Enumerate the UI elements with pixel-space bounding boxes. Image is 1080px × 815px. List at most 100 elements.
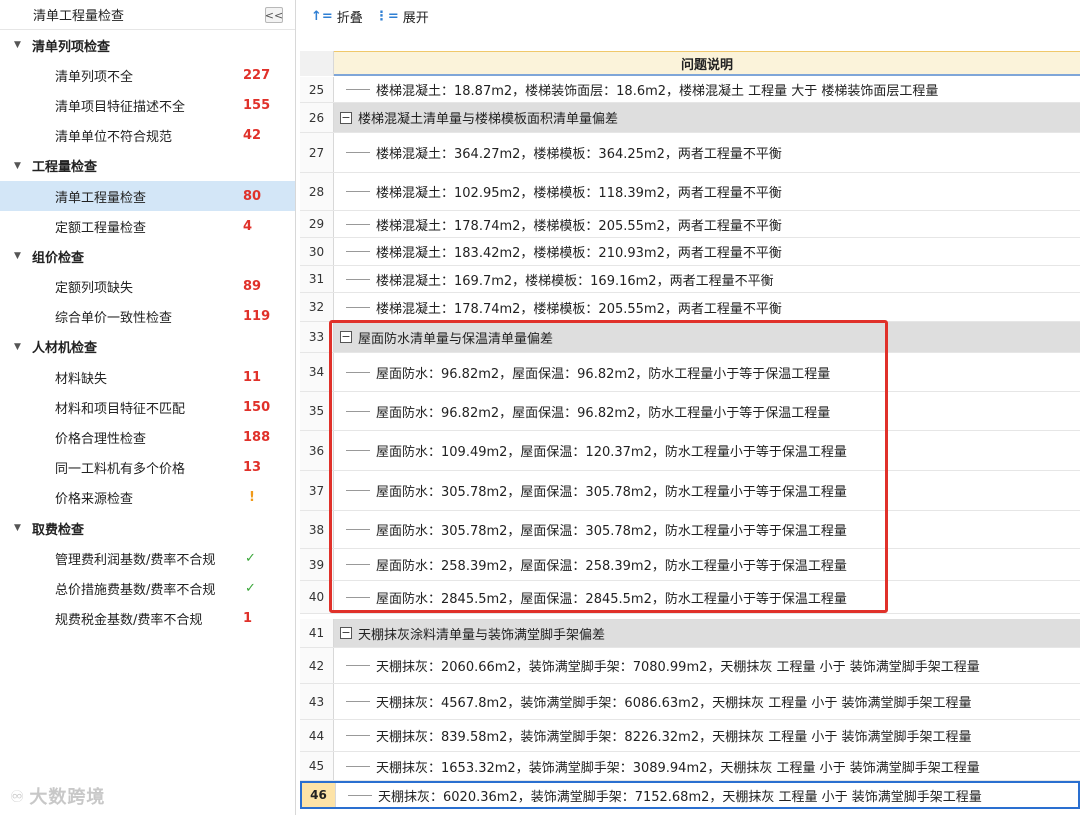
row-number: 45 xyxy=(300,752,334,780)
row-cell: 天棚抹灰：4567.8m2，装饰满堂脚手架：6086.63m2，天棚抹灰 工程量… xyxy=(334,684,1080,719)
sidebar-item[interactable]: 管理费利润基数/费率不合规 ✓ xyxy=(0,543,295,573)
table-row[interactable]: 36 屋面防水：109.49m2，屋面保温：120.37m2，防水工程量小于等于保… xyxy=(300,431,1080,471)
table-row[interactable]: 45 天棚抹灰：1653.32m2，装饰满堂脚手架：3089.94m2，天棚抹灰 … xyxy=(300,752,1080,781)
caret-down-icon[interactable]: ▼ xyxy=(14,251,32,261)
collapse-minus-icon[interactable]: − xyxy=(340,627,352,639)
sidebar-item-label: 清单单位不符合规范 xyxy=(55,130,173,146)
row-text: 天棚抹灰：839.58m2，装饰满堂脚手架：8226.32m2，天棚抹灰 工程量… xyxy=(376,730,972,745)
row-number: 26 xyxy=(300,103,334,132)
table-row[interactable]: 46 天棚抹灰：6020.36m2，装饰满堂脚手架：7152.68m2，天棚抹灰 … xyxy=(300,781,1080,809)
sidebar-item[interactable]: 清单列项不全 227 xyxy=(0,60,295,90)
sidebar-item[interactable]: 材料缺失 11 xyxy=(0,362,295,392)
caret-down-icon[interactable]: ▼ xyxy=(14,523,32,533)
collapse-sidebar-button[interactable]: << xyxy=(265,7,283,23)
sidebar-header: 清单工程量检查 << xyxy=(0,0,295,30)
sidebar-group[interactable]: ▼ 清单列项检查 xyxy=(0,30,295,60)
table-group-row[interactable]: 41− 天棚抹灰涂料清单量与装饰满堂脚手架偏差 xyxy=(300,619,1080,648)
table-header: 问题说明 xyxy=(300,51,1080,76)
sidebar-group[interactable]: ▼ 取费检查 xyxy=(0,513,295,543)
caret-down-icon[interactable]: ▼ xyxy=(14,40,32,50)
row-number: 29 xyxy=(300,211,334,237)
sidebar-item[interactable]: 材料和项目特征不匹配 150 xyxy=(0,392,295,422)
sidebar-item[interactable]: 价格合理性检查 188 xyxy=(0,422,295,452)
fold-button[interactable]: ↑= 折叠 xyxy=(311,7,363,26)
sidebar-item[interactable]: 综合单价一致性检查 119 xyxy=(0,302,295,332)
sidebar-item[interactable]: 价格来源检查! xyxy=(0,483,295,513)
row-cell: 屋面防水：305.78m2，屋面保温：305.78m2，防水工程量小于等于保温工… xyxy=(334,471,1080,510)
table-row[interactable]: 34 屋面防水：96.82m2，屋面保温：96.82m2，防水工程量小于等于保温工… xyxy=(300,353,1080,392)
table-row[interactable]: 40 屋面防水：2845.5m2，屋面保温：2845.5m2，防水工程量小于等于保… xyxy=(300,581,1080,614)
table-row[interactable]: 25 楼梯混凝土：18.87m2，楼梯装饰面层：18.6m2，楼梯混凝土 工程量 … xyxy=(300,77,1080,103)
row-text: 屋面防水：109.49m2，屋面保温：120.37m2，防水工程量小于等于保温工… xyxy=(376,445,847,460)
issue-count: 13 xyxy=(243,460,262,476)
sidebar-group-label: 取费检查 xyxy=(32,522,85,538)
row-cell: 天棚抹灰：839.58m2，装饰满堂脚手架：8226.32m2，天棚抹灰 工程量… xyxy=(334,720,1080,751)
table-row[interactable]: 31 楼梯混凝土：169.7m2，楼梯模板：169.16m2，两者工程量不平衡 xyxy=(300,266,1080,293)
row-text: 楼梯混凝土：102.95m2，楼梯模板：118.39m2，两者工程量不平衡 xyxy=(376,186,782,201)
tree-line-icon xyxy=(346,564,370,565)
table-row[interactable]: 37 屋面防水：305.78m2，屋面保温：305.78m2，防水工程量小于等于保… xyxy=(300,471,1080,511)
row-text: 屋面防水：96.82m2，屋面保温：96.82m2，防水工程量小于等于保温工程量 xyxy=(376,405,831,421)
table-row[interactable]: 43 天棚抹灰：4567.8m2，装饰满堂脚手架：6086.63m2，天棚抹灰 工… xyxy=(300,684,1080,720)
sidebar-item-label: 管理费利润基数/费率不合规 xyxy=(55,552,216,568)
table-row[interactable]: 42 天棚抹灰：2060.66m2，装饰满堂脚手架：7080.99m2，天棚抹灰 … xyxy=(300,648,1080,684)
row-text: 屋面防水：305.78m2，屋面保温：305.78m2，防水工程量小于等于保温工… xyxy=(376,485,847,500)
expand-button[interactable]: ⋮= 展开 xyxy=(375,7,429,26)
sidebar-item[interactable]: 清单工程量检查 80 xyxy=(0,180,295,212)
row-text: 天棚抹灰：2060.66m2，装饰满堂脚手架：7080.99m2，天棚抹灰 工程… xyxy=(376,660,980,675)
sidebar-item-label: 定额工程量检查 xyxy=(55,220,147,236)
caret-down-icon[interactable]: ▼ xyxy=(14,342,32,352)
sidebar-item-label: 清单项目特征描述不全 xyxy=(55,99,186,115)
tree-line-icon xyxy=(346,371,370,373)
sidebar-group[interactable]: ▼ 人材机检查 xyxy=(0,332,295,362)
table-row[interactable]: 32 楼梯混凝土：178.74m2，楼梯模板：205.55m2，两者工程量不平衡 xyxy=(300,293,1080,322)
row-number: 33 xyxy=(300,322,334,352)
tree-line-icon xyxy=(346,278,370,280)
row-number: 35 xyxy=(300,392,334,430)
table-group-row[interactable]: 33− 屋面防水清单量与保温清单量偏差 xyxy=(300,322,1080,353)
collapse-minus-icon[interactable]: − xyxy=(340,111,352,124)
row-cell: 楼梯混凝土：183.42m2，楼梯模板：210.93m2，两者工程量不平衡 xyxy=(334,238,1080,265)
sidebar-group-label: 工程量检查 xyxy=(32,160,98,176)
table-row[interactable]: 27 楼梯混凝土：364.27m2，楼梯模板：364.25m2，两者工程量不平衡 xyxy=(300,133,1080,173)
table-row[interactable]: 29 楼梯混凝土：178.74m2，楼梯模板：205.55m2，两者工程量不平衡 xyxy=(300,211,1080,238)
row-number: 31 xyxy=(300,266,334,292)
table-row[interactable]: 28 楼梯混凝土：102.95m2，楼梯模板：118.39m2，两者工程量不平衡 xyxy=(300,173,1080,211)
sidebar-item-label: 定额列项缺失 xyxy=(55,281,134,297)
row-text: 天棚抹灰：4567.8m2，装饰满堂脚手架：6086.63m2，天棚抹灰 工程量… xyxy=(376,696,972,711)
issue-count: 119 xyxy=(243,309,271,325)
sidebar-group[interactable]: ▼ 组价检查 xyxy=(0,241,295,271)
double-chevron-left-icon: << xyxy=(264,8,284,22)
row-number: 25 xyxy=(300,77,334,102)
table-row[interactable]: 38 屋面防水：305.78m2，屋面保温：305.78m2，防水工程量小于等于保… xyxy=(300,511,1080,549)
row-cell: 屋面防水：258.39m2，屋面保温：258.39m2，防水工程量小于等于保温工… xyxy=(334,549,1080,580)
watermark: ♾ 大数跨境 xyxy=(10,783,105,809)
table-row[interactable]: 39 屋面防水：258.39m2，屋面保温：258.39m2，防水工程量小于等于保… xyxy=(300,549,1080,581)
row-text: 屋面防水清单量与保温清单量偏差 xyxy=(358,331,554,347)
row-text: 屋面防水：2845.5m2，屋面保温：2845.5m2，防水工程量小于等于保温工… xyxy=(376,591,847,607)
sidebar-item[interactable]: 清单项目特征描述不全 155 xyxy=(0,90,295,120)
row-text: 楼梯混凝土清单量与楼梯模板面积清单量偏差 xyxy=(358,112,619,127)
sidebar-item[interactable]: 定额工程量检查 4 xyxy=(0,211,295,241)
row-cell: 天棚抹灰：1653.32m2，装饰满堂脚手架：3089.94m2，天棚抹灰 工程… xyxy=(334,752,1080,780)
table-row[interactable]: 35 屋面防水：96.82m2，屋面保温：96.82m2，防水工程量小于等于保温工… xyxy=(300,392,1080,431)
row-cell: 天棚抹灰：6020.36m2，装饰满堂脚手架：7152.68m2，天棚抹灰 工程… xyxy=(336,783,1078,807)
issue-count: 42 xyxy=(243,128,262,144)
sidebar-item[interactable]: 规费税金基数/费率不合规 1 xyxy=(0,604,295,634)
collapse-minus-icon[interactable]: − xyxy=(340,331,352,343)
sidebar-group[interactable]: ▼ 工程量检查 xyxy=(0,151,295,181)
table-row[interactable]: 44 天棚抹灰：839.58m2，装饰满堂脚手架：8226.32m2，天棚抹灰 工… xyxy=(300,720,1080,752)
table-row[interactable]: 30 楼梯混凝土：183.42m2，楼梯模板：210.93m2，两者工程量不平衡 xyxy=(300,238,1080,266)
table-group-row[interactable]: 26− 楼梯混凝土清单量与楼梯模板面积清单量偏差 xyxy=(300,103,1080,133)
row-number: 44 xyxy=(300,720,334,751)
tree-line-icon xyxy=(346,251,370,252)
sidebar-item[interactable]: 同一工料机有多个价格 13 xyxy=(0,453,295,483)
column-header-description[interactable]: 问题说明 xyxy=(334,51,1080,76)
issue-count: 155 xyxy=(243,97,271,113)
row-text: 天棚抹灰涂料清单量与装饰满堂脚手架偏差 xyxy=(358,627,606,643)
sidebar-item[interactable]: 总价措施费基数/费率不合规 ✓ xyxy=(0,573,295,603)
sidebar-item[interactable]: 清单单位不符合规范 42 xyxy=(0,121,295,151)
caret-down-icon[interactable]: ▼ xyxy=(14,161,32,171)
issue-count: 4 xyxy=(243,218,253,234)
sidebar-item[interactable]: 定额列项缺失 89 xyxy=(0,272,295,302)
